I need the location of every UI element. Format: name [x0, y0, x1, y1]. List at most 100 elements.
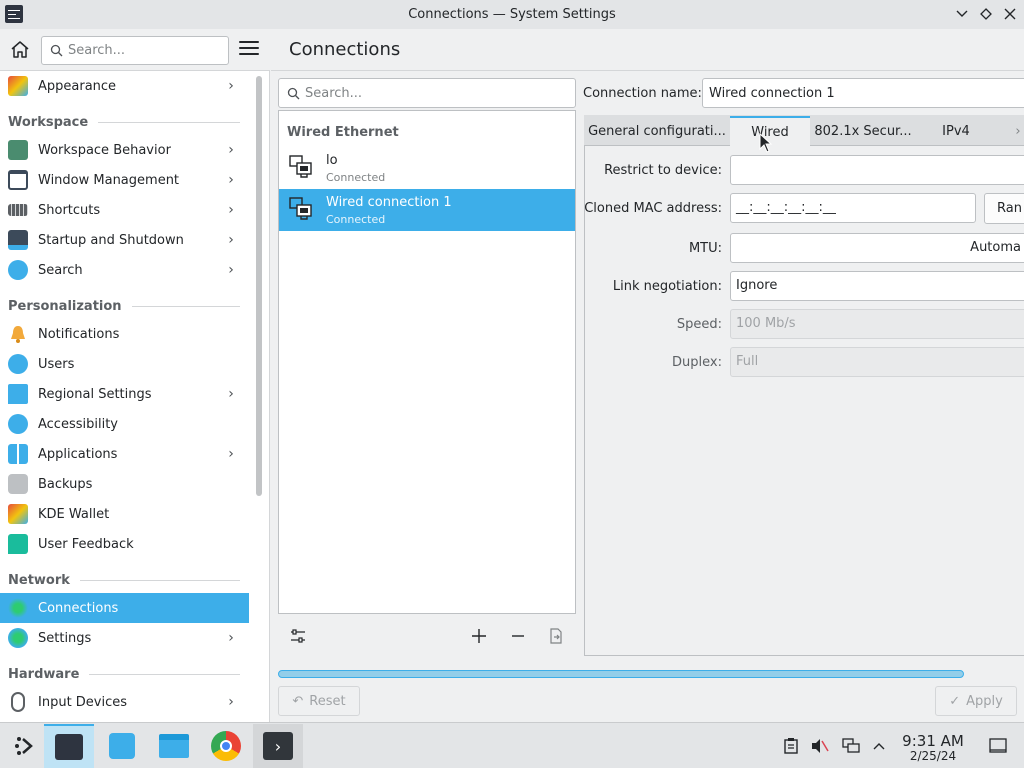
mtu-label: MTU:	[688, 241, 722, 256]
sidebar-header-workspace: Workspace	[8, 110, 240, 134]
wired-network-icon	[289, 155, 313, 179]
page-title: Connections	[289, 39, 401, 60]
sidebar-item-connections[interactable]: Connections	[0, 593, 249, 623]
sidebar-scrollbar[interactable]	[256, 76, 262, 496]
connection-item-wired-1[interactable]: Wired connection 1 Connected	[279, 189, 575, 231]
chevron-right-icon: ›	[228, 78, 234, 94]
sidebar-item-workspace-behavior[interactable]: Workspace Behavior ›	[0, 135, 249, 165]
keyboard-icon	[8, 204, 28, 216]
chevron-right-icon: ›	[228, 446, 234, 462]
sidebar-item-startup-shutdown[interactable]: Startup and Shutdown ›	[0, 225, 249, 255]
workspace-behavior-icon	[8, 140, 28, 160]
maximize-icon[interactable]	[977, 5, 995, 23]
chevron-right-icon: ›	[228, 142, 234, 158]
sidebar-item-search[interactable]: Search ›	[0, 255, 249, 285]
add-connection-icon[interactable]	[467, 624, 491, 648]
sidebar-item-label: Connections	[38, 600, 119, 616]
chevron-right-icon: ›	[228, 694, 234, 710]
taskbar-file-manager[interactable]	[149, 724, 199, 768]
restrict-device-input[interactable]	[730, 155, 1024, 185]
taskbar-system-settings[interactable]	[44, 724, 94, 768]
sidebar-search-placeholder: Search...	[68, 43, 126, 58]
taskbar-discover[interactable]	[97, 724, 147, 768]
close-icon[interactable]	[1001, 5, 1019, 23]
sidebar-item-label: Accessibility	[38, 416, 118, 432]
tab-general-configuration[interactable]: General configurati...	[585, 116, 729, 146]
network-wired-tray-icon[interactable]	[842, 737, 860, 755]
terminal-icon: ›	[263, 732, 293, 760]
sidebar-header-personalization: Personalization	[8, 294, 240, 318]
random-mac-button[interactable]: Ran	[984, 193, 1024, 224]
sidebar-item-settings[interactable]: Settings ›	[0, 623, 249, 653]
feedback-icon	[8, 534, 28, 554]
chevron-right-icon: ›	[228, 172, 234, 188]
restrict-device-label: Restrict to device:	[604, 163, 722, 178]
sidebar-item-applications[interactable]: Applications ›	[0, 439, 249, 469]
connections-search-placeholder: Search...	[305, 86, 363, 101]
sidebar-item-kde-wallet[interactable]: KDE Wallet	[0, 499, 249, 529]
sidebar-toolbar: Search...	[0, 29, 270, 71]
duplex-label: Duplex:	[672, 355, 722, 370]
export-connection-icon[interactable]	[544, 624, 568, 648]
clipboard-icon[interactable]	[782, 737, 800, 755]
configure-sliders-icon[interactable]	[286, 624, 310, 648]
connections-search-input[interactable]: Search...	[278, 78, 576, 108]
tab-8021x-security[interactable]: 802.1x Secur...	[810, 116, 916, 146]
backups-icon	[8, 474, 28, 494]
connection-list: Wired Ethernet lo Connected Wired connec…	[278, 110, 576, 614]
system-settings-icon	[55, 734, 83, 760]
taskbar-chrome[interactable]	[201, 724, 251, 768]
show-desktop-icon[interactable]	[989, 737, 1007, 755]
volume-muted-icon[interactable]	[811, 737, 829, 755]
search-icon	[50, 44, 63, 57]
remove-connection-icon[interactable]	[506, 624, 530, 648]
sidebar-item-label: Regional Settings	[38, 386, 152, 402]
bell-icon	[8, 324, 28, 344]
application-launcher-icon[interactable]	[0, 724, 50, 768]
startup-shutdown-icon	[8, 230, 28, 250]
sidebar-header-network: Network	[8, 568, 240, 592]
link-negotiation-select[interactable]: Ignore	[730, 271, 1024, 301]
users-icon	[8, 354, 28, 374]
connection-name-input[interactable]: Wired connection 1	[702, 78, 1024, 108]
sidebar-item-shortcuts[interactable]: Shortcuts ›	[0, 195, 249, 225]
mtu-spinbox[interactable]: Automa	[730, 233, 1024, 263]
sidebar-item-input-devices[interactable]: Input Devices ›	[0, 687, 249, 717]
cloned-mac-input[interactable]: __:__:__:__:__:__	[730, 193, 976, 223]
home-icon[interactable]	[9, 38, 33, 62]
taskbar: › 9:31 AM 2/25/24	[0, 722, 1024, 768]
chevron-right-icon: ›	[228, 232, 234, 248]
sidebar-item-backups[interactable]: Backups	[0, 469, 249, 499]
sidebar-item-label: Applications	[38, 446, 118, 462]
sidebar-item-users[interactable]: Users	[0, 349, 249, 379]
minimize-icon[interactable]	[953, 5, 971, 23]
chevron-up-icon[interactable]	[870, 737, 888, 755]
undo-icon: ↶	[292, 693, 304, 709]
sidebar-item-accessibility[interactable]: Accessibility	[0, 409, 249, 439]
folder-icon	[159, 734, 189, 758]
clock-time[interactable]: 9:31 AM	[898, 732, 968, 750]
progress-bar	[278, 670, 964, 678]
cloned-mac-label: Cloned MAC address:	[584, 201, 722, 216]
reset-button: ↶ Reset	[278, 686, 360, 716]
sidebar-item-window-management[interactable]: Window Management ›	[0, 165, 249, 195]
connection-status: Connected	[326, 213, 386, 226]
clock-date[interactable]: 2/25/24	[898, 749, 968, 763]
sidebar-item-regional-settings[interactable]: Regional Settings ›	[0, 379, 249, 409]
connection-name-label: Connection name:	[583, 86, 702, 101]
sidebar-item-user-feedback[interactable]: User Feedback	[0, 529, 249, 559]
sidebar-item-appearance[interactable]: Appearance ›	[0, 71, 249, 101]
wired-network-icon	[289, 197, 313, 221]
taskbar-terminal[interactable]: ›	[253, 724, 303, 768]
chevron-right-icon: ›	[228, 630, 234, 646]
hamburger-menu-icon[interactable]	[239, 41, 259, 59]
sidebar-search-input[interactable]: Search...	[41, 36, 229, 65]
connection-item-lo[interactable]: lo Connected	[279, 147, 575, 189]
sidebar-item-label: Search	[38, 262, 83, 278]
tab-ipv4[interactable]: IPv4	[916, 116, 996, 146]
network-settings-icon	[8, 628, 28, 648]
window-management-icon	[8, 170, 28, 190]
sidebar-item-label: Appearance	[38, 78, 117, 94]
sidebar-item-notifications[interactable]: Notifications	[0, 319, 249, 349]
tab-overflow-scroll[interactable]: ›	[1012, 116, 1024, 146]
